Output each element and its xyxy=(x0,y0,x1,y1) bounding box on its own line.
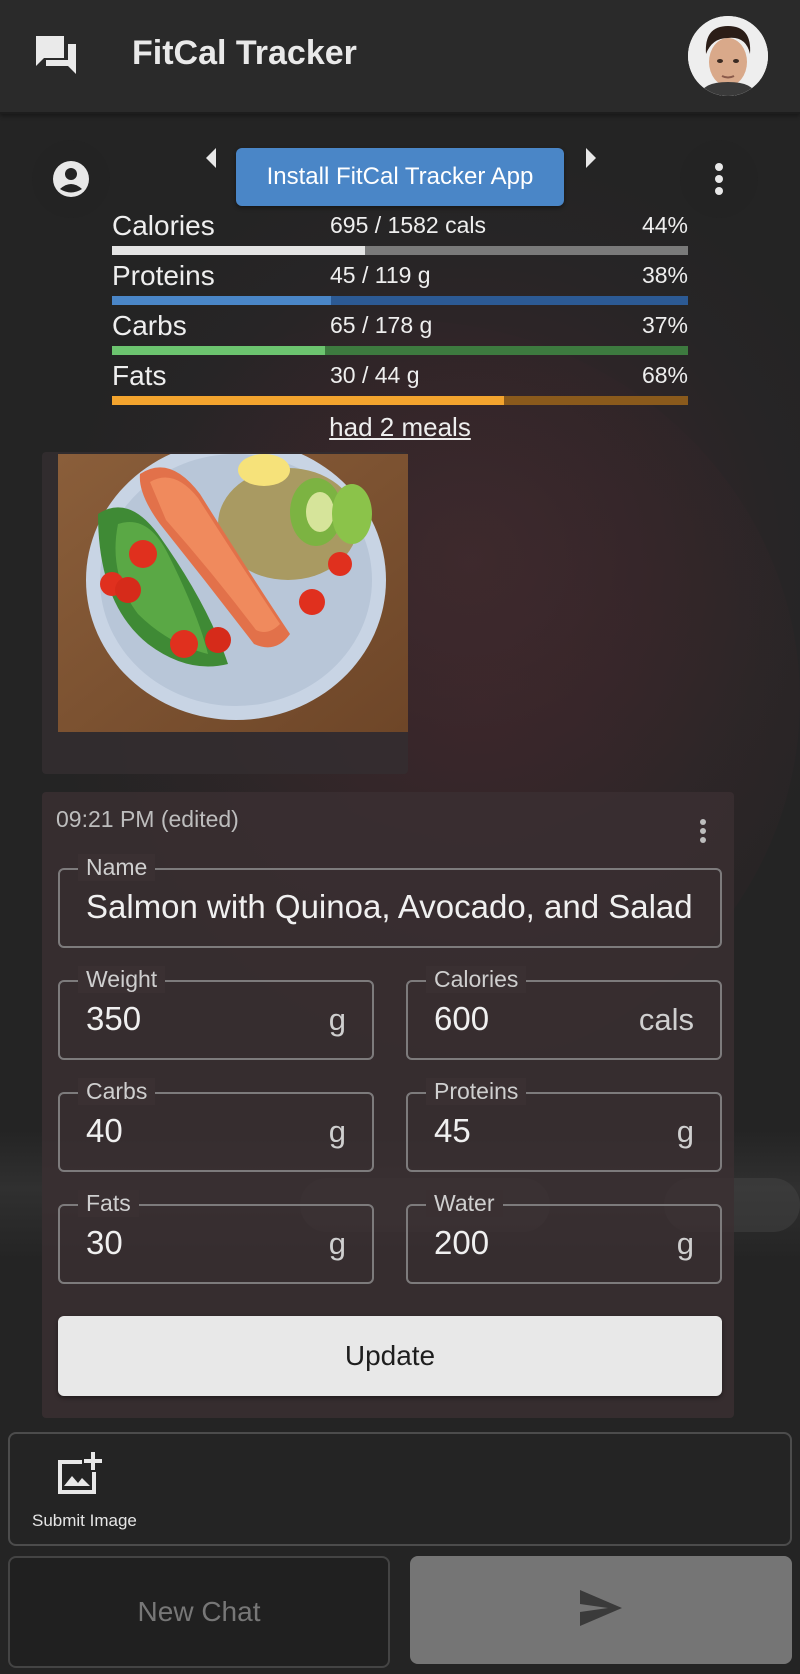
more-options-button[interactable] xyxy=(680,140,758,218)
carousel-prev-icon[interactable] xyxy=(204,146,218,170)
stat-row-calories: Calories 695 / 1582 cals 44% xyxy=(112,208,688,258)
add-photo-icon[interactable] xyxy=(56,1452,104,1496)
water-field[interactable]: Water 200 g xyxy=(406,1190,722,1284)
field-unit: g xyxy=(676,1114,694,1149)
user-avatar[interactable] xyxy=(688,16,768,96)
field-label: Calories xyxy=(426,966,527,993)
more-vert-icon xyxy=(715,163,723,195)
field-unit: g xyxy=(328,1002,346,1037)
stat-percent: 38% xyxy=(641,262,688,288)
stat-label: Calories xyxy=(112,210,215,241)
progress-bar xyxy=(112,396,688,405)
stat-percent: 68% xyxy=(641,362,688,388)
chat-history-icon[interactable] xyxy=(34,34,78,78)
field-label: Weight xyxy=(78,966,166,993)
carbs-field[interactable]: Carbs 40 g xyxy=(58,1078,374,1172)
stat-label: Carbs xyxy=(112,310,187,341)
stat-value: 30 / 44 g xyxy=(330,362,420,388)
profile-button[interactable] xyxy=(32,140,110,218)
field-label: Proteins xyxy=(426,1078,527,1105)
name-field[interactable]: Name Salmon with Quinoa, Avocado, and Sa… xyxy=(58,854,722,948)
field-unit: g xyxy=(328,1226,346,1261)
field-label: Fats xyxy=(78,1190,139,1217)
stat-row-carbs: Carbs 65 / 178 g 37% xyxy=(112,308,688,358)
update-button[interactable]: Update xyxy=(58,1316,722,1396)
account-circle-icon xyxy=(53,161,89,197)
stat-value: 65 / 178 g xyxy=(330,312,433,338)
weight-field[interactable]: Weight 350 g xyxy=(58,966,374,1060)
app-header: FitCal Tracker xyxy=(0,0,800,114)
fats-field[interactable]: Fats 30 g xyxy=(58,1190,374,1284)
entry-more-icon[interactable] xyxy=(694,818,712,844)
field-value[interactable]: Salmon with Quinoa, Avocado, and Salad xyxy=(86,888,693,926)
field-value[interactable]: 600 xyxy=(434,1000,489,1038)
progress-bar xyxy=(112,296,688,305)
field-value[interactable]: 200 xyxy=(434,1224,489,1262)
send-icon xyxy=(580,1590,622,1626)
submit-image-label[interactable]: Submit Image xyxy=(32,1511,137,1531)
calories-field[interactable]: Calories 600 cals xyxy=(406,966,722,1060)
field-value[interactable]: 40 xyxy=(86,1112,123,1150)
field-value[interactable]: 45 xyxy=(434,1112,471,1150)
field-unit: cals xyxy=(638,1002,694,1037)
stat-percent: 37% xyxy=(641,312,688,338)
entry-timestamp: 09:21 PM (edited) xyxy=(56,806,239,832)
progress-bar xyxy=(112,246,688,255)
progress-fill xyxy=(112,296,331,305)
progress-fill xyxy=(112,396,504,405)
stat-value: 695 / 1582 cals xyxy=(330,212,487,238)
carousel-next-icon[interactable] xyxy=(584,146,598,170)
progress-fill xyxy=(112,346,326,355)
stat-row-fats: Fats 30 / 44 g 68% xyxy=(112,358,688,408)
field-unit: g xyxy=(676,1226,694,1261)
proteins-field[interactable]: Proteins 45 g xyxy=(406,1078,722,1172)
field-unit: g xyxy=(328,1114,346,1149)
meals-count-link[interactable]: had 2 meals xyxy=(0,412,800,443)
meal-photo[interactable] xyxy=(58,454,408,732)
progress-fill xyxy=(112,246,366,255)
new-chat-button[interactable]: New Chat xyxy=(8,1556,390,1668)
field-value[interactable]: 30 xyxy=(86,1224,123,1262)
progress-bar xyxy=(112,346,688,355)
field-label: Carbs xyxy=(78,1078,156,1105)
stat-label: Fats xyxy=(112,360,167,391)
field-value[interactable]: 350 xyxy=(86,1000,141,1038)
stat-row-proteins: Proteins 45 / 119 g 38% xyxy=(112,258,688,308)
stat-value: 45 / 119 g xyxy=(330,262,431,288)
field-label: Name xyxy=(78,854,156,881)
install-app-button[interactable]: Install FitCal Tracker App xyxy=(236,148,564,206)
stat-percent: 44% xyxy=(641,212,688,238)
app-title: FitCal Tracker xyxy=(132,34,357,72)
field-label: Water xyxy=(426,1190,503,1217)
send-button[interactable] xyxy=(410,1556,792,1664)
stat-label: Proteins xyxy=(112,260,215,291)
